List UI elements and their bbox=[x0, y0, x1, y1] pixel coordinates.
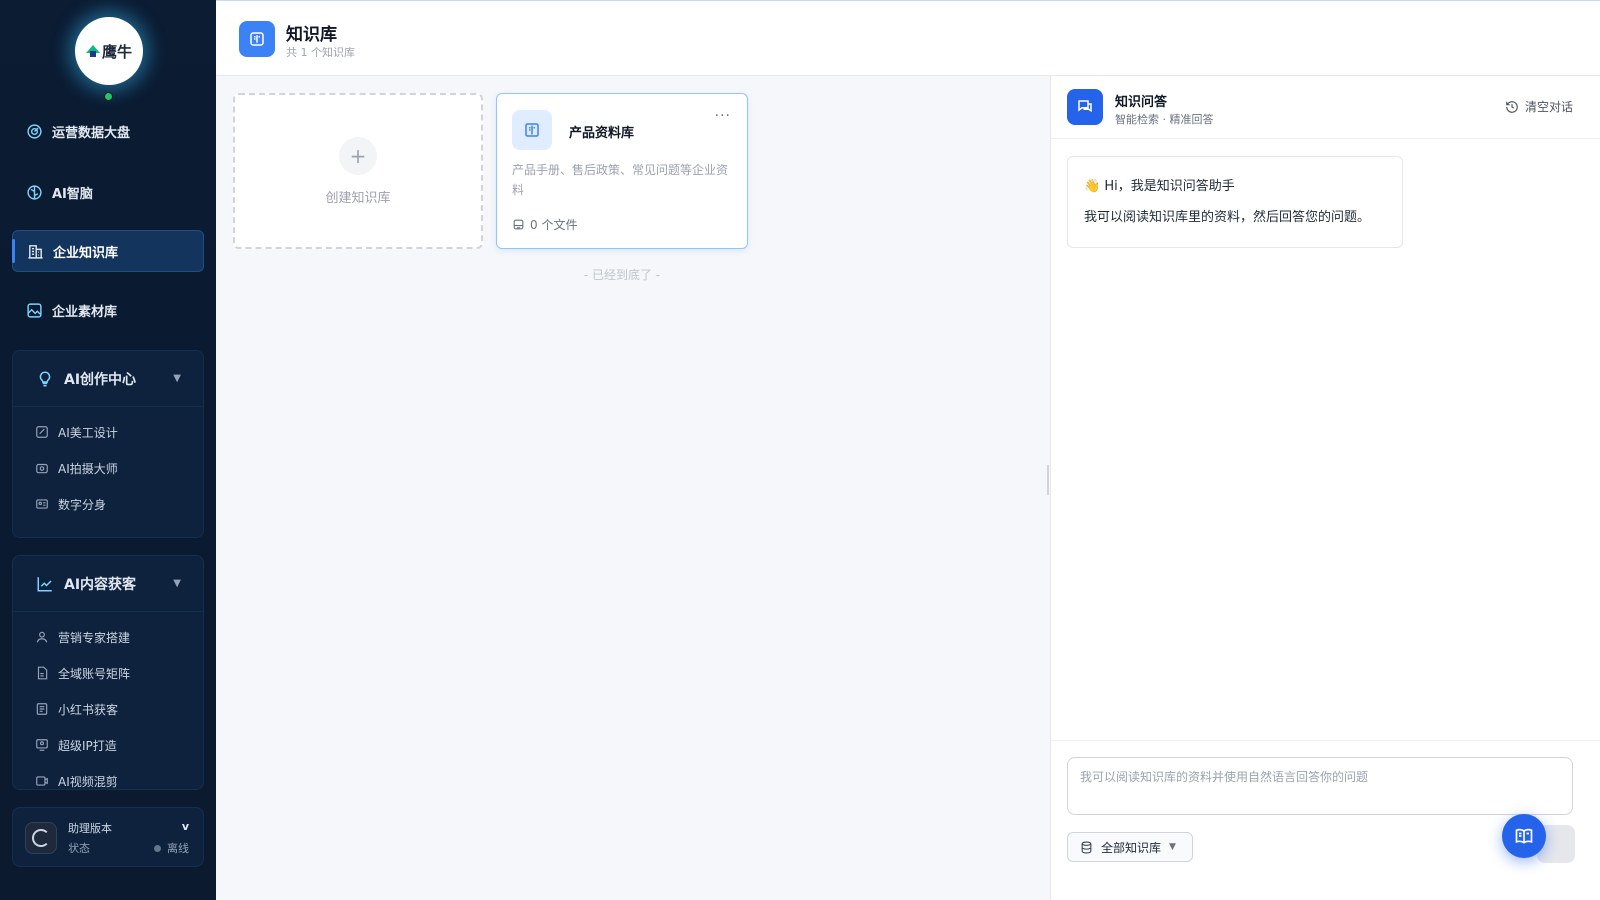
sub-item-ai-design[interactable]: AI美工设计 bbox=[13, 414, 203, 450]
sub-item-ai-photo[interactable]: AI拍摄大师 bbox=[13, 450, 203, 486]
nav-label: 企业知识库 bbox=[53, 245, 119, 261]
card-file-count: 0 个文件 bbox=[512, 216, 577, 233]
sub-item-label: AI美工设计 bbox=[58, 425, 118, 440]
book-icon bbox=[239, 21, 275, 57]
sub-item-account-matrix[interactable]: 全域账号矩阵 bbox=[13, 655, 203, 691]
sub-item-ai-video[interactable]: AI视频混剪 bbox=[13, 763, 203, 789]
create-knowledge-base-card[interactable]: + 创建知识库 bbox=[233, 93, 483, 249]
logo-mark-icon bbox=[85, 45, 100, 57]
chevron-down-icon: ▼ bbox=[1169, 842, 1176, 852]
knowledge-base-selector[interactable]: 全部知识库 ▼ bbox=[1067, 832, 1193, 862]
assistant-avatar bbox=[25, 822, 57, 854]
chat-title: 知识问答 bbox=[1115, 95, 1168, 110]
assistant-version-label: 助理版本 bbox=[68, 822, 112, 835]
nav-item-ai-brain[interactable]: AI智脑 bbox=[12, 171, 204, 213]
more-icon[interactable]: ··· bbox=[715, 108, 731, 124]
page-subtitle: 共 1 个知识库 bbox=[286, 46, 355, 59]
assistant-status-label: 状态 bbox=[68, 842, 90, 855]
chat-subtitle: 智能检索 · 精准回答 bbox=[1115, 113, 1214, 126]
sub-item-label: 全域账号矩阵 bbox=[58, 666, 131, 681]
group-title: AI创作中心 bbox=[64, 371, 137, 388]
sub-item-label: 超级IP打造 bbox=[58, 738, 117, 753]
clear-chat-label: 清空对话 bbox=[1524, 100, 1573, 114]
sidebar: 鹰牛 运营数据大盘 AI智脑 企业知识库 企业素材库 AI创作中心 ▼ AI美工… bbox=[0, 0, 216, 900]
nav-item-dashboard[interactable]: 运营数据大盘 bbox=[12, 110, 204, 152]
page-header: 知识库 共 1 个知识库 bbox=[216, 0, 1600, 76]
logo-text: 鹰牛 bbox=[101, 42, 132, 61]
id-card-icon bbox=[35, 497, 49, 511]
group-head-ai-content[interactable]: AI内容获客 ▼ bbox=[13, 556, 203, 612]
sub-item-digital-avatar[interactable]: 数字分身 bbox=[13, 486, 203, 522]
sub-item-super-ip[interactable]: 超级IP打造 bbox=[13, 727, 203, 763]
greeting-text: 👋 Hi，我是知识问答助手 bbox=[1084, 179, 1235, 194]
resize-handle[interactable] bbox=[1047, 465, 1049, 495]
sub-item-label: 数字分身 bbox=[58, 497, 107, 512]
brain-icon bbox=[25, 183, 43, 201]
intro-text: 我可以阅读知识库里的资料，然后回答您的问题。 bbox=[1084, 210, 1371, 225]
chevron-down-icon: ▼ bbox=[173, 373, 181, 384]
card-description: 产品手册、售后政策、常见问题等企业资料 bbox=[512, 163, 729, 197]
nav-label: 企业素材库 bbox=[52, 304, 118, 320]
design-icon bbox=[35, 425, 49, 439]
chat-header: 知识问答 智能检索 · 精准回答 清空对话 bbox=[1051, 76, 1600, 139]
video-icon bbox=[35, 774, 49, 788]
history-icon bbox=[1505, 100, 1519, 114]
group-ai-content: AI内容获客 ▼ 营销专家搭建 全域账号矩阵 小红书获客 超级IP打造 AI视频… bbox=[12, 555, 204, 790]
camera-icon bbox=[35, 461, 49, 475]
user-icon bbox=[35, 630, 49, 644]
online-status-dot bbox=[104, 92, 113, 101]
sub-item-marketing-expert[interactable]: 营销专家搭建 bbox=[13, 619, 203, 655]
assistant-version-value: v bbox=[181, 820, 189, 833]
assistant-status-card[interactable]: 助理版本 状态 v 离线 bbox=[12, 807, 204, 867]
clear-chat-button[interactable]: 清空对话 bbox=[1505, 98, 1573, 115]
knowledge-base-list: + 创建知识库 产品资料库 ··· 产品手册、售后政策、常见问题等企业资料 0 … bbox=[216, 76, 1042, 900]
dashboard-icon bbox=[25, 122, 43, 140]
ai-doc-icon bbox=[35, 702, 49, 716]
nav-item-material-library[interactable]: 企业素材库 bbox=[12, 289, 204, 331]
selector-label: 全部知识库 bbox=[1101, 840, 1162, 855]
end-of-list-text: - 已经到底了 - bbox=[583, 268, 661, 282]
chat-panel: 知识问答 智能检索 · 精准回答 清空对话 👋 Hi，我是知识问答助手 我可以阅… bbox=[1050, 76, 1600, 900]
knowledge-base-card[interactable]: 产品资料库 ··· 产品手册、售后政策、常见问题等企业资料 0 个文件 bbox=[496, 93, 748, 249]
nav-label: AI智脑 bbox=[52, 186, 93, 202]
trend-chart-icon bbox=[35, 574, 55, 594]
assistant-status-value: 离线 bbox=[154, 840, 189, 856]
image-icon bbox=[25, 301, 43, 319]
chat-icon bbox=[1067, 89, 1103, 125]
file-stack-icon bbox=[512, 218, 525, 231]
card-title: 产品资料库 bbox=[569, 126, 635, 141]
database-icon bbox=[1080, 841, 1093, 854]
nav-item-knowledge-base[interactable]: 企业知识库 bbox=[12, 230, 204, 272]
sub-item-label: 小红书获客 bbox=[58, 702, 119, 717]
group-head-ai-creation[interactable]: AI创作中心 ▼ bbox=[13, 351, 203, 407]
book-icon bbox=[512, 110, 552, 150]
chat-input[interactable] bbox=[1067, 757, 1573, 815]
sub-item-xiaohongshu[interactable]: 小红书获客 bbox=[13, 691, 203, 727]
chevron-down-icon: ▼ bbox=[173, 578, 181, 589]
monitor-user-icon bbox=[35, 738, 49, 752]
brand-logo[interactable]: 鹰牛 bbox=[75, 17, 143, 85]
open-book-icon bbox=[1515, 828, 1533, 844]
group-ai-creation: AI创作中心 ▼ AI美工设计 AI拍摄大师 数字分身 bbox=[12, 350, 204, 538]
group-title: AI内容获客 bbox=[64, 576, 137, 593]
document-icon bbox=[35, 666, 49, 680]
sub-item-label: 营销专家搭建 bbox=[58, 630, 131, 645]
nav-label: 运营数据大盘 bbox=[52, 125, 131, 141]
file-count-text: 0 个文件 bbox=[530, 218, 578, 232]
knowledge-base-icon bbox=[26, 242, 44, 260]
plus-icon: + bbox=[339, 136, 377, 175]
sub-item-label: AI视频混剪 bbox=[58, 774, 118, 789]
floating-knowledge-button[interactable] bbox=[1502, 814, 1546, 858]
assistant-message: 👋 Hi，我是知识问答助手 我可以阅读知识库里的资料，然后回答您的问题。 bbox=[1067, 156, 1403, 248]
page-title: 知识库 bbox=[286, 25, 337, 45]
create-label: 创建知识库 bbox=[325, 190, 391, 206]
sub-item-label: AI拍摄大师 bbox=[58, 461, 118, 476]
lightbulb-icon bbox=[35, 369, 55, 389]
